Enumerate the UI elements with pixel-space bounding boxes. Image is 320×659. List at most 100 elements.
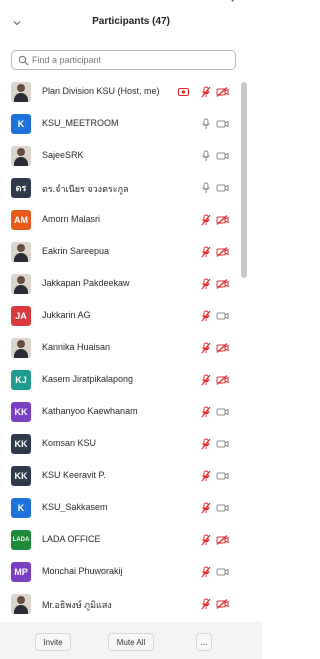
microphone-muted-icon[interactable] xyxy=(201,278,211,290)
participant-row[interactable]: JA Jukkarin AG xyxy=(0,300,246,332)
microphone-muted-icon[interactable] xyxy=(201,438,211,450)
scrollbar-thumb[interactable] xyxy=(241,82,247,278)
participant-name: Mr.อธิพงษ์ ภูมิแสง xyxy=(42,600,112,610)
avatar xyxy=(11,274,31,294)
top-strip: • xyxy=(0,0,262,8)
avatar-initials: JA xyxy=(15,311,27,321)
avatar: MP xyxy=(11,562,31,582)
video-camera-icon[interactable] xyxy=(216,119,229,129)
participant-row[interactable]: KJ Kasem Jiratpikalapong xyxy=(0,364,246,396)
participant-name: Eakrin Sareepua xyxy=(42,246,110,256)
video-camera-off-icon[interactable] xyxy=(216,535,229,545)
video-camera-off-icon[interactable] xyxy=(216,87,229,97)
microphone-muted-icon[interactable] xyxy=(201,598,211,610)
participant-name: Amorn Malasri xyxy=(42,214,101,224)
avatar-initials: KJ xyxy=(15,375,27,385)
mute-all-button[interactable]: Mute All xyxy=(108,633,154,651)
participant-row[interactable]: Mr.อธิพงษ์ ภูมิแสง xyxy=(0,588,246,620)
window-control-glyph: • xyxy=(231,0,234,5)
participant-list: Plan Division KSU (Host, me) K KSU_MEETROO… xyxy=(0,76,262,616)
search-icon xyxy=(18,55,29,66)
avatar-initials: ดร xyxy=(15,183,27,193)
video-camera-icon[interactable] xyxy=(216,503,229,513)
video-camera-icon[interactable] xyxy=(216,439,229,449)
avatar-initials: KK xyxy=(14,471,28,481)
video-camera-icon[interactable] xyxy=(216,471,229,481)
participant-name: Kathanyoo Kaewhanam xyxy=(42,406,138,416)
panel-title: Participants (47) xyxy=(92,16,170,27)
participant-name: KSU_MEETROOM xyxy=(42,118,119,128)
avatar xyxy=(11,82,31,102)
participant-row[interactable]: ดร ดร.จำเนียร จวงตระกูล xyxy=(0,172,246,204)
participant-row[interactable]: Eakrin Sareepua xyxy=(0,236,246,268)
participant-row[interactable]: MP Monchai Phuworakij xyxy=(0,556,246,588)
participant-row[interactable]: K KSU_MEETROOM xyxy=(0,108,246,140)
participant-row[interactable]: Kannika Huaisan xyxy=(0,332,246,364)
microphone-muted-icon[interactable] xyxy=(201,310,211,322)
microphone-icon[interactable] xyxy=(201,150,211,162)
video-camera-icon[interactable] xyxy=(216,567,229,577)
participant-row[interactable]: KK Komsan KSU xyxy=(0,428,246,460)
participant-name: Kasem Jiratpikalapong xyxy=(42,374,134,384)
participant-row[interactable]: KK KSU Keeravit P. xyxy=(0,460,246,492)
more-options-button[interactable]: ... xyxy=(196,633,212,651)
avatar-initials: MP xyxy=(14,567,28,577)
microphone-muted-icon[interactable] xyxy=(201,342,211,354)
microphone-muted-icon[interactable] xyxy=(201,374,211,386)
participant-name: KSU Keeravit P. xyxy=(42,470,106,480)
video-camera-off-icon[interactable] xyxy=(216,375,229,385)
avatar-initials: K xyxy=(17,119,25,129)
avatar: KK xyxy=(11,434,31,454)
video-camera-icon[interactable] xyxy=(216,407,229,417)
avatar xyxy=(11,242,31,262)
participant-row[interactable]: KK Kathanyoo Kaewhanam xyxy=(0,396,246,428)
participant-name: Jukkarin AG xyxy=(42,310,91,320)
participant-row[interactable]: K KSU_Sakkasem xyxy=(0,492,246,524)
microphone-muted-icon[interactable] xyxy=(201,502,211,514)
microphone-muted-icon[interactable] xyxy=(201,470,211,482)
video-camera-off-icon[interactable] xyxy=(216,279,229,289)
participant-row[interactable]: Plan Division KSU (Host, me) xyxy=(0,76,246,108)
avatar xyxy=(11,594,31,614)
avatar-initials: K xyxy=(17,503,25,513)
video-camera-off-icon[interactable] xyxy=(216,215,229,225)
microphone-muted-icon[interactable] xyxy=(201,214,211,226)
participant-row[interactable]: LADA LADA OFFICE xyxy=(0,524,246,556)
microphone-muted-icon[interactable] xyxy=(201,86,211,98)
video-camera-icon[interactable] xyxy=(216,311,229,321)
avatar: KJ xyxy=(11,370,31,390)
microphone-muted-icon[interactable] xyxy=(201,246,211,258)
microphone-icon[interactable] xyxy=(201,118,211,130)
search-input[interactable] xyxy=(32,53,228,67)
participant-name: ดร.จำเนียร จวงตระกูล xyxy=(42,184,129,194)
participant-name: KSU_Sakkasem xyxy=(42,502,108,512)
microphone-muted-icon[interactable] xyxy=(201,566,211,578)
avatar: K xyxy=(11,498,31,518)
avatar-initials: KK xyxy=(14,439,28,449)
microphone-muted-icon[interactable] xyxy=(201,534,211,546)
video-camera-icon[interactable] xyxy=(216,151,229,161)
avatar xyxy=(11,338,31,358)
participants-header: Participants (47) xyxy=(0,10,262,38)
avatar: AM xyxy=(11,210,31,230)
participant-name: Plan Division KSU (Host, me) xyxy=(42,86,160,96)
microphone-icon[interactable] xyxy=(201,182,211,194)
participant-name: SajeeSRK xyxy=(42,150,84,160)
participant-row[interactable]: AM Amorn Malasri xyxy=(0,204,246,236)
participant-row[interactable]: SajeeSRK xyxy=(0,140,246,172)
avatar: K xyxy=(11,114,31,134)
invite-button[interactable]: Invite xyxy=(35,633,71,651)
participant-name: Jakkapan Pakdeekaw xyxy=(42,278,130,288)
video-camera-off-icon[interactable] xyxy=(216,599,229,609)
video-camera-off-icon[interactable] xyxy=(216,247,229,257)
screen-share-icon[interactable] xyxy=(178,88,189,97)
video-camera-off-icon[interactable] xyxy=(216,343,229,353)
participant-row[interactable]: Jakkapan Pakdeekaw xyxy=(0,268,246,300)
microphone-muted-icon[interactable] xyxy=(201,406,211,418)
search-box[interactable] xyxy=(11,50,236,70)
avatar: ดร xyxy=(11,178,31,198)
video-camera-icon[interactable] xyxy=(216,183,229,193)
avatar-initials: LADA xyxy=(12,537,30,543)
participant-name: Kannika Huaisan xyxy=(42,342,111,352)
avatar xyxy=(11,146,31,166)
